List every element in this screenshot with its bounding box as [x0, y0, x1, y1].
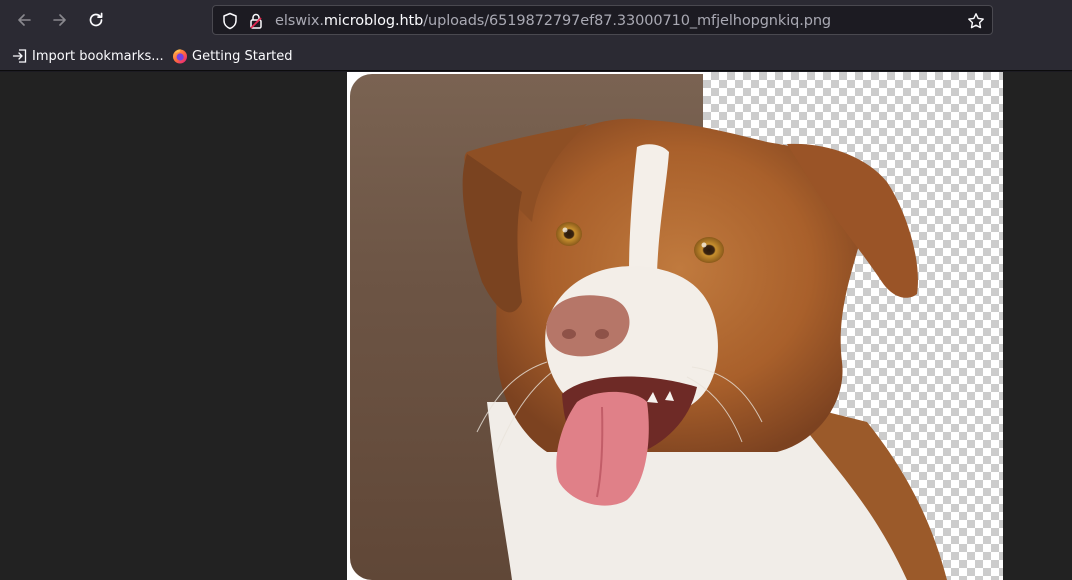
- bookmarks-toolbar: Import bookmarks... Getting Started: [0, 40, 1072, 71]
- import-bookmarks-label: Import bookmarks...: [32, 48, 164, 64]
- arrow-left-icon: [18, 14, 31, 26]
- getting-started-label: Getting Started: [192, 48, 293, 64]
- url-path: /uploads/6519872797ef87.33000710_mfjelho…: [423, 13, 832, 29]
- import-bookmarks-item[interactable]: Import bookmarks...: [12, 47, 164, 65]
- forward-button[interactable]: [48, 8, 72, 32]
- bookmark-star-button[interactable]: [966, 11, 986, 31]
- url-domain: microblog.htb: [323, 13, 424, 29]
- star-icon: [968, 13, 984, 29]
- uploaded-image[interactable]: [347, 72, 1003, 580]
- url-text[interactable]: elswix.microblog.htb/uploads/6519872797e…: [275, 12, 831, 30]
- import-icon: [12, 49, 27, 63]
- lock-warning-icon[interactable]: [247, 12, 265, 30]
- reload-icon: [89, 12, 103, 27]
- back-button[interactable]: [12, 8, 36, 32]
- url-bar[interactable]: elswix.microblog.htb/uploads/6519872797e…: [212, 5, 993, 35]
- firefox-icon: [173, 49, 187, 64]
- page-content: [0, 72, 1072, 580]
- dog-picture: [462, 118, 947, 580]
- shield-icon[interactable]: [221, 12, 239, 30]
- browser-toolbar: elswix.microblog.htb/uploads/6519872797e…: [0, 0, 1072, 40]
- reload-button[interactable]: [84, 8, 108, 32]
- getting-started-item[interactable]: Getting Started: [172, 47, 293, 65]
- url-prefix: elswix.: [275, 13, 324, 29]
- arrow-right-icon: [53, 14, 66, 26]
